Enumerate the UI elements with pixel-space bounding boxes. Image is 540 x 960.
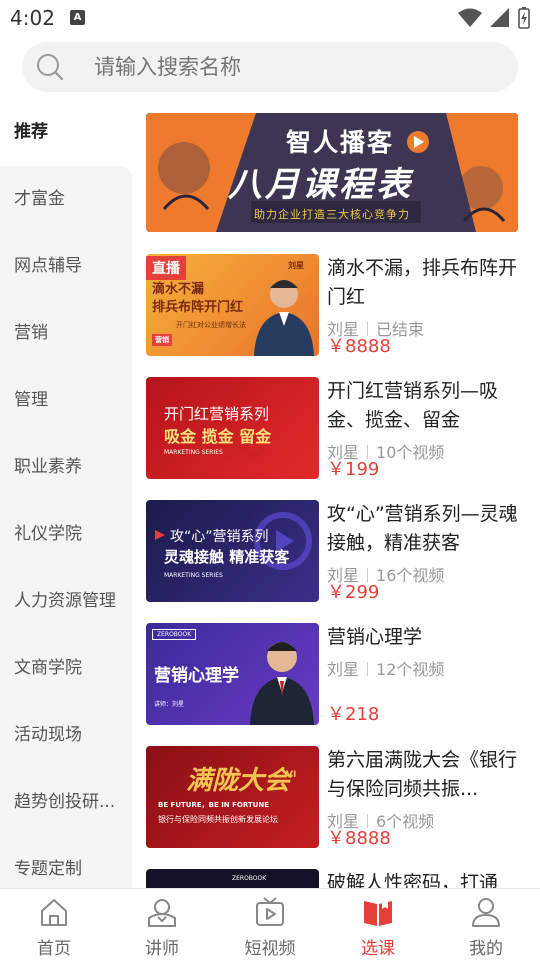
profile-icon — [472, 898, 500, 927]
thumb-line-2: BE FUTURE，BE IN FORTUNE — [158, 801, 270, 809]
thumb-line-1: 滴水不漏 — [152, 282, 205, 297]
course-card[interactable]: ZEROBOOK 营销心理学 讲师：刘星 营销心理学 刘星 12个视频 ￥218 — [146, 623, 518, 725]
nav-course-select-label: 选课 — [361, 939, 395, 959]
sidebar-item-events[interactable]: 活动现场 — [0, 702, 132, 769]
nav-course-select[interactable]: 选课 — [324, 889, 432, 960]
course-price: ￥8888 — [327, 336, 391, 357]
thumb-line-2: 灵魂接触 精准获客 — [164, 548, 290, 566]
bottom-nav: 首页 讲师 短视频 选课 我的 — [0, 888, 540, 960]
thumb-tag: 营销 — [152, 334, 172, 346]
sidebar-item-business-school[interactable]: 文商学院 — [0, 635, 132, 702]
nav-profile[interactable]: 我的 — [432, 889, 540, 960]
thumb-line-3: MARKETING SERIES — [164, 572, 223, 579]
sidebar-item-management[interactable]: 管理 — [0, 367, 132, 434]
course-card[interactable]: 满陇大会 VI BE FUTURE，BE IN FORTUNE 银行与保险同频共… — [146, 746, 518, 849]
course-card[interactable]: 揽 开门红营销系列 吸金 揽金 留金 MARKETING SERIES 开门红营… — [146, 377, 518, 480]
sidebar-item-etiquette[interactable]: 礼仪学院 — [0, 501, 132, 568]
thumb-line-3: 开门红对公业绩增长法 — [176, 321, 246, 329]
course-thumbnail[interactable]: ZEROBOOK — [146, 869, 319, 888]
notification-badge-icon: A — [70, 10, 85, 25]
meta-divider — [367, 662, 369, 676]
thumb-line-1: 开门红营销系列 — [164, 405, 270, 423]
sidebar-item-outlet-coaching[interactable]: 网点辅导 — [0, 233, 132, 300]
search-icon — [37, 54, 64, 81]
course-card[interactable]: ZEROBOOK 破解人性密码，打通 — [146, 869, 518, 888]
play-icon — [155, 530, 165, 540]
live-badge: 直播 — [146, 256, 186, 280]
nav-home[interactable]: 首页 — [0, 889, 108, 960]
lecturer-photo — [250, 642, 314, 725]
course-title: 滴水不漏，排兵布阵开门红 — [327, 257, 518, 308]
course-thumbnail[interactable]: 满陇大会 VI BE FUTURE，BE IN FORTUNE 银行与保险同频共… — [146, 746, 319, 848]
search-bar[interactable] — [22, 42, 518, 92]
course-thumbnail[interactable]: 攻“心”营销系列 灵魂接触 精准获客 MARKETING SERIES — [146, 500, 319, 602]
course-thumbnail[interactable]: 揽 开门红营销系列 吸金 揽金 留金 MARKETING SERIES — [146, 377, 319, 479]
nav-lecturer[interactable]: 讲师 — [108, 889, 216, 960]
course-thumbnail[interactable]: ZEROBOOK 营销心理学 讲师：刘星 — [146, 623, 319, 725]
signal-icon — [490, 8, 509, 27]
thumb-line-1: 营销心理学 — [154, 666, 239, 686]
nav-short-video-label: 短视频 — [244, 939, 296, 959]
course-info: 10个视频 — [376, 443, 445, 462]
sidebar-item-hr[interactable]: 人力资源管理 — [0, 568, 132, 635]
thumb-brand: ZEROBOOK — [152, 629, 197, 640]
wifi-icon — [458, 8, 482, 27]
course-price: ￥218 — [327, 704, 380, 725]
course-thumbnail[interactable]: 直播 滴水不漏 排兵布阵开门红 开门红对公业绩增长法 营销 刘星 — [146, 254, 319, 356]
thumb-roman: VI — [286, 770, 297, 780]
course-title: 第六届满陇大会《银行与保险同频共振... — [327, 749, 518, 800]
thumb-line-1: 满陇大会 — [186, 766, 291, 796]
course-card[interactable]: 直播 滴水不漏 排兵布阵开门红 开门红对公业绩增长法 营销 刘星 滴水不漏，排兵… — [146, 254, 518, 357]
sidebar-item-custom-topics[interactable]: 专题定制 — [0, 836, 132, 888]
sidebar-item-recommend[interactable]: 推荐 — [0, 99, 132, 166]
thumb-brand: ZEROBOOK — [232, 875, 267, 882]
banner-headline: 八月课程表 — [228, 165, 413, 205]
status-icons — [458, 7, 530, 29]
nav-profile-label: 我的 — [469, 939, 503, 959]
course-price: ￥8888 — [327, 828, 391, 849]
course-info: 16个视频 — [376, 566, 445, 585]
course-meta: 刘星 12个视频 — [327, 656, 444, 680]
course-card[interactable]: 攻“心”营销系列 灵魂接触 精准获客 MARKETING SERIES 攻“心”… — [146, 500, 518, 603]
course-price: ￥299 — [327, 582, 380, 603]
nav-lecturer-label: 讲师 — [145, 939, 179, 959]
banner-title: 智人播客 — [286, 128, 395, 157]
course-price: ￥199 — [327, 459, 380, 480]
thumb-line-3: 银行与保险同频共振创新发展论坛 — [158, 815, 278, 824]
short-video-icon — [256, 897, 284, 926]
banner-subtitle: 助力企业打造三大核心竞争力 — [254, 208, 410, 221]
nav-short-video[interactable]: 短视频 — [216, 889, 324, 960]
sidebar-item-trend-investment[interactable]: 趋势创投研... — [0, 769, 132, 836]
course-info: 12个视频 — [376, 660, 445, 679]
status-time: 4:02 — [10, 6, 55, 30]
promo-banner[interactable]: 智人播客 八月课程表 助力企业打造三大核心竞争力 — [146, 113, 518, 232]
course-title: 开门红营销系列—吸金、揽金、留金 — [327, 380, 499, 431]
thumb-line-2: 吸金 揽金 留金 — [164, 427, 272, 446]
course-title: 攻“心”营销系列—灵魂接触，精准获客 — [327, 503, 518, 554]
course-title: 破解人性密码，打通 — [327, 872, 499, 888]
battery-icon — [518, 7, 530, 29]
home-icon — [41, 899, 67, 926]
thumb-line-3: MARKETING SERIES — [164, 449, 223, 456]
lecturer-icon — [148, 899, 176, 927]
lecturer-photo — [254, 280, 314, 356]
sidebar-item-marketing[interactable]: 营销 — [0, 300, 132, 367]
thumb-line-1: 攻“心”营销系列 — [170, 529, 269, 545]
course-select-icon — [364, 900, 392, 926]
thumb-line-2: 排兵布阵开门红 — [152, 300, 244, 315]
sidebar-item-professionalism[interactable]: 职业素养 — [0, 434, 132, 501]
status-bar: 4:02 A — [0, 0, 540, 36]
thumb-person: 刘星 — [288, 261, 304, 270]
search-input[interactable] — [94, 42, 494, 92]
nav-home-label: 首页 — [37, 939, 71, 959]
sidebar-item-caifujin[interactable]: 才富金 — [0, 166, 132, 233]
thumb-line-2: 讲师：刘星 — [154, 701, 185, 708]
course-title: 营销心理学 — [327, 626, 423, 648]
category-sidebar: 推荐 才富金 网点辅导 营销 管理 职业素养 礼仪学院 人力资源管理 文商学院 … — [0, 99, 132, 888]
course-author: 刘星 — [327, 660, 360, 679]
